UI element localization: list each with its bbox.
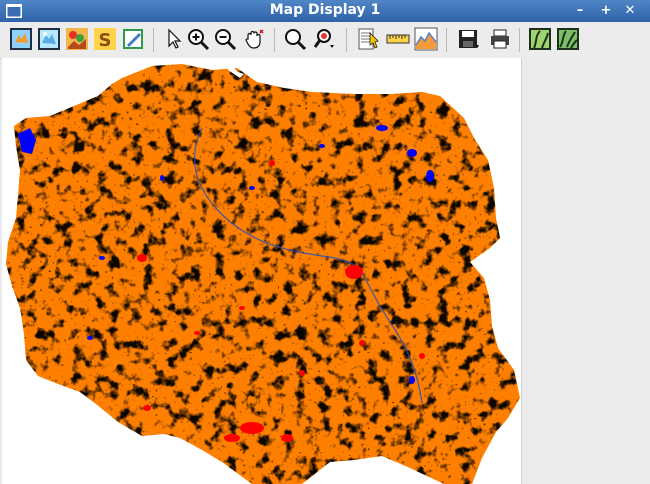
2d-view-icon[interactable] xyxy=(528,27,552,51)
zoom-in-icon[interactable] xyxy=(186,27,210,51)
toolbar: S xyxy=(0,22,650,59)
map-display-window: Map Display 1 – + ✕ S xyxy=(0,0,650,484)
display-map-icon[interactable] xyxy=(9,27,33,51)
close-icon[interactable]: ✕ xyxy=(622,3,638,19)
toolbar-separator xyxy=(519,28,520,52)
svg-text:S: S xyxy=(99,30,112,51)
minimize-icon[interactable]: – xyxy=(572,3,588,19)
land-cover-map[interactable] xyxy=(2,58,521,484)
side-panel xyxy=(522,58,650,484)
maximize-icon[interactable]: + xyxy=(598,3,614,19)
measure-icon[interactable] xyxy=(386,27,410,51)
map-canvas[interactable] xyxy=(2,58,522,484)
title-bar[interactable]: Map Display 1 – + ✕ xyxy=(0,0,650,22)
toolbar-separator xyxy=(346,28,347,52)
zoom-out-icon[interactable] xyxy=(213,27,237,51)
display-rgb-icon[interactable] xyxy=(65,27,89,51)
pointer-icon[interactable] xyxy=(162,27,186,51)
zoom-options-icon[interactable] xyxy=(312,27,336,51)
pan-hand-icon[interactable] xyxy=(242,27,266,51)
save-icon[interactable] xyxy=(456,27,480,51)
profile-icon[interactable] xyxy=(414,27,438,51)
zoom-back-icon[interactable] xyxy=(283,27,307,51)
display-raster-icon[interactable] xyxy=(37,27,61,51)
toolbar-separator xyxy=(446,28,447,52)
query-icon[interactable] xyxy=(357,27,381,51)
toolbar-separator xyxy=(274,28,275,52)
3d-view-icon[interactable] xyxy=(556,27,580,51)
print-icon[interactable] xyxy=(488,27,512,51)
toolbar-separator xyxy=(153,28,154,52)
overlay-edit-icon[interactable] xyxy=(121,27,145,51)
display-shaded-icon[interactable]: S xyxy=(93,27,117,51)
window-title: Map Display 1 xyxy=(269,2,381,18)
